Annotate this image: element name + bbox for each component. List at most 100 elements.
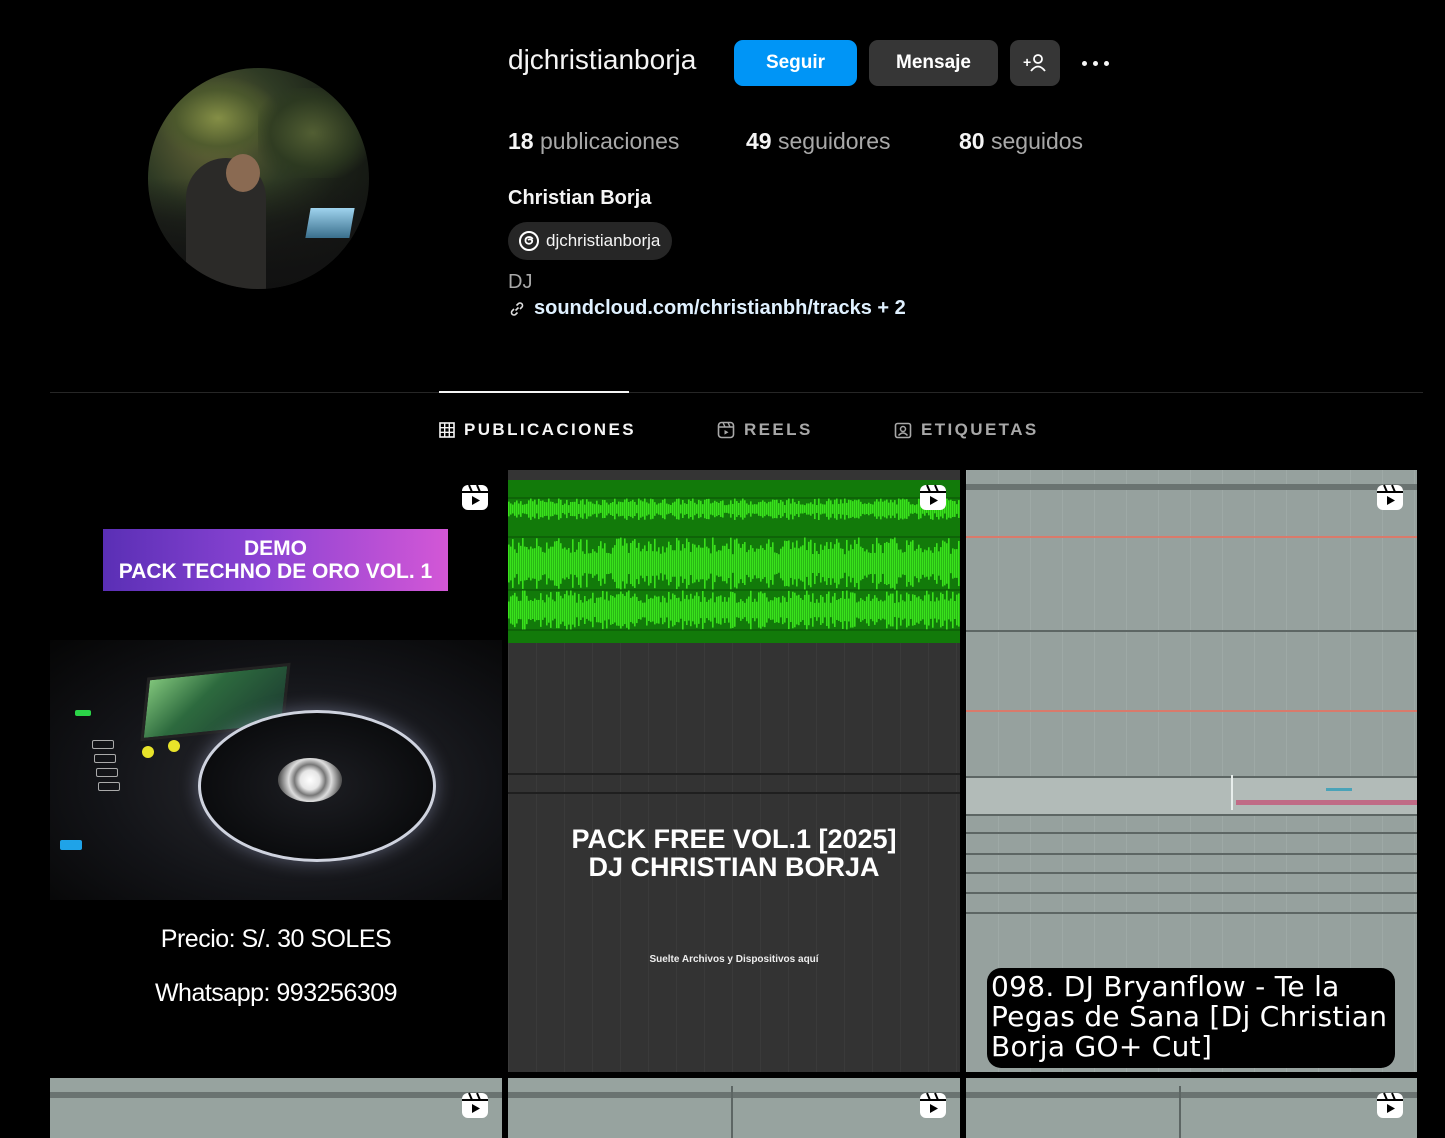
tab-etiquetas[interactable]: ETIQUETAS [894,420,1039,440]
waveform-bar [616,504,618,514]
post-tile[interactable]: 098. DJ Bryanflow - Te la Pegas de Sana … [966,470,1417,1072]
waveform-bar [690,593,692,627]
profile-link[interactable]: soundcloud.com/christianbh/tracks + 2 [508,297,906,320]
waveform-bar [782,501,784,517]
waveform-bar [674,501,676,517]
waveform-bar [604,543,606,584]
waveform-bar [896,504,898,514]
waveform-bar [572,595,574,625]
tagged-icon [894,422,912,439]
waveform-bar [952,591,954,629]
led [75,710,91,716]
waveform-bar [670,504,672,514]
options-button[interactable] [1078,48,1112,78]
waveform-bar [516,552,518,575]
post-tile[interactable]: PACK FREE VOL.1 [2025] DJ CHRISTIAN BORJ… [508,470,960,1072]
waveform-bar [582,602,584,618]
waveform-bar [590,598,592,622]
post-tile[interactable] [50,1078,502,1138]
waveform-bar [928,594,930,626]
tab-reels[interactable]: REELS [717,420,813,440]
waveform-bar [914,505,916,513]
waveform-bar [522,538,524,589]
suggested-users-button[interactable]: + [1010,40,1060,86]
following-count[interactable]: 80 seguidos [959,128,1083,155]
profile-avatar[interactable] [148,68,369,289]
waveform-bar [654,538,656,589]
waveform-bar [582,499,584,519]
post-whatsapp-text: Whatsapp: 993256309 [154,979,398,1007]
message-button[interactable]: Mensaje [869,40,998,86]
waveform-bar [748,596,750,624]
waveform-bar [742,601,744,619]
follow-button[interactable]: Seguir [734,40,857,86]
waveform-bar [856,500,858,518]
waveform-bar [820,544,822,583]
banner-line: DEMO [244,537,307,560]
waveform-bar [550,501,552,517]
waveform-bar [600,505,602,513]
waveform-bar [512,539,514,588]
waveform-bar [912,504,914,514]
waveform-bar [722,601,724,619]
waveform-bar [614,498,616,520]
track-line [966,1092,1417,1098]
waveform-bar [744,542,746,585]
waveform-bar [718,502,720,516]
waveform-bar [738,543,740,584]
waveform-bar [730,537,732,590]
waveform-bar [846,502,848,516]
waveform-bar [914,594,916,626]
reel-icon [462,484,488,510]
waveform-bar [546,594,548,626]
waveform-bar [956,549,958,578]
waveform-bar [608,504,610,514]
waveform-bar [684,503,686,515]
waveform-bar [844,498,846,520]
waveform-bar [902,552,904,575]
waveform-bar [850,544,852,583]
waveform-bar [584,553,586,574]
waveform-bar [882,501,884,517]
waveform-bar [520,600,522,620]
post-tile[interactable]: DEMO PACK TECHNO DE ORO VOL. 1 Precio: S… [50,470,502,1072]
waveform-bar [682,499,684,519]
waveform-bar [662,499,664,519]
waveform-bar [906,540,908,587]
waveform-bar [826,593,828,627]
followers-count[interactable]: 49 seguidores [746,128,891,155]
waveform-bar [758,548,760,579]
threads-badge[interactable]: djchristianborja [508,222,673,260]
waveform-bar [538,546,540,581]
waveform-bar [536,504,538,514]
waveform-bar [586,499,588,519]
waveform-bar [542,500,544,518]
waveform-bar [848,499,850,519]
tab-publicaciones[interactable]: PUBLICACIONES [439,420,636,440]
post-tile[interactable] [508,1078,960,1138]
waveform-bar [936,543,938,584]
waveform-bar [540,547,542,580]
waveform-bar [654,595,656,625]
waveform-bar [660,553,662,574]
waveform-bar [790,549,792,578]
led [142,746,154,758]
waveform-bar [908,594,910,626]
waveform-bar [876,597,878,623]
clip-bar [1326,788,1352,791]
waveform-bar [772,600,774,620]
waveform-bar [792,591,794,629]
waveform-bar [678,597,680,623]
waveform-bar [872,504,874,514]
waveform-bar [952,501,954,517]
waveform-bar [814,602,816,618]
waveform-bar [638,542,640,585]
waveform-bar [576,498,578,520]
waveform-bar [912,540,914,587]
waveform-bar [592,549,594,578]
waveform-bar [810,539,812,588]
waveform-bar [746,503,748,515]
waveform-bar [950,598,952,622]
post-tile[interactable] [966,1078,1417,1138]
waveform-bar [592,503,594,515]
